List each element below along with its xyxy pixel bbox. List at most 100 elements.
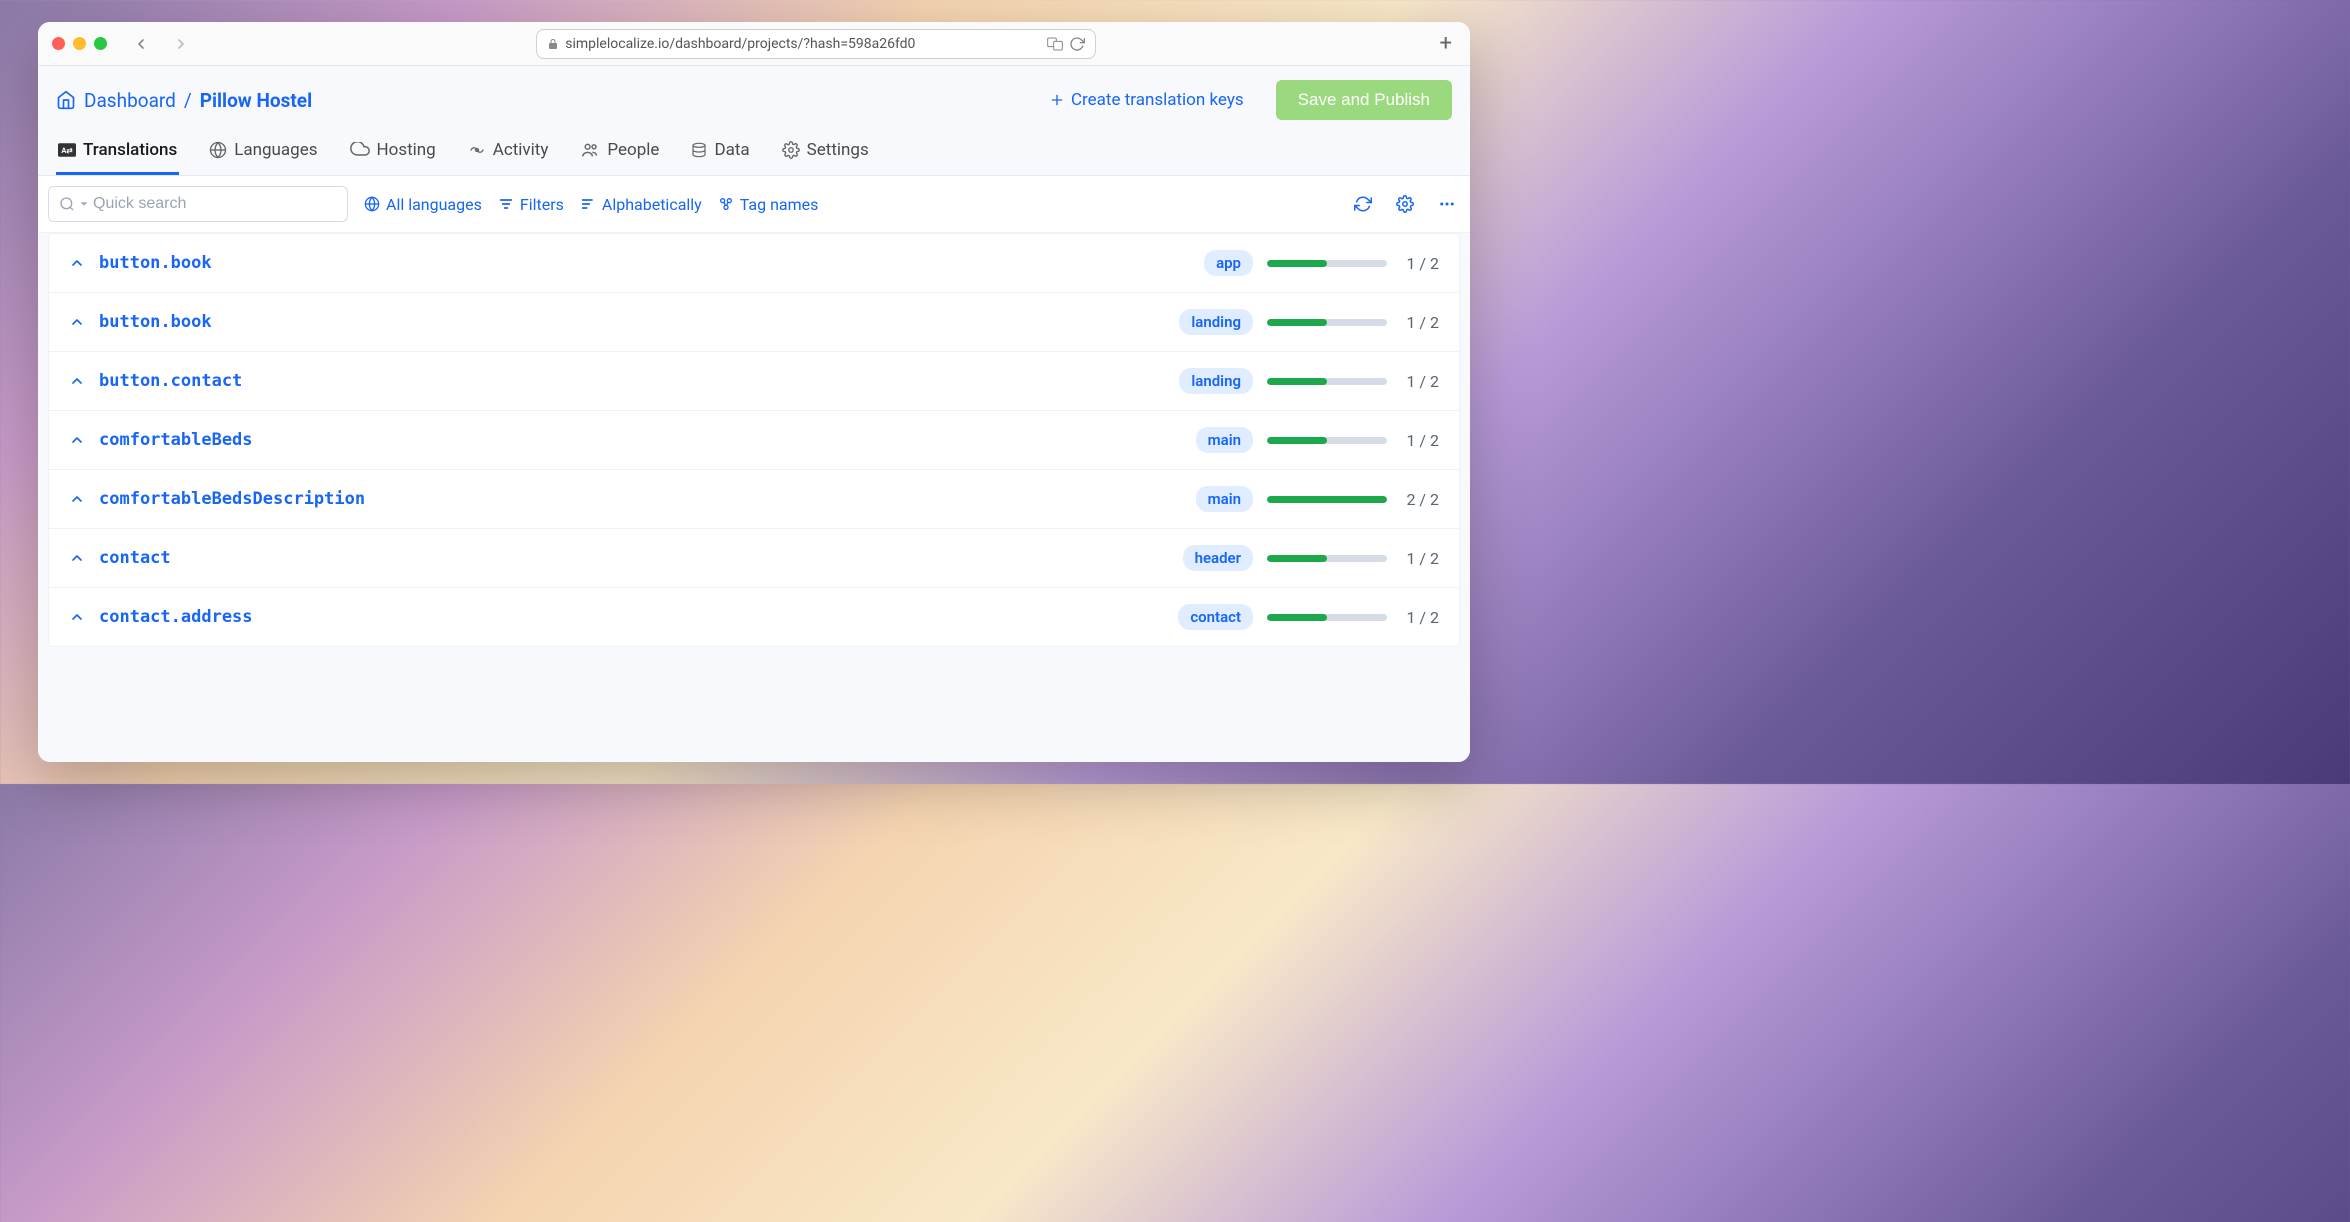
breadcrumb-dashboard[interactable]: Dashboard: [84, 89, 176, 112]
tab-translations[interactable]: A⇄ Translations: [56, 130, 179, 175]
tab-languages[interactable]: Languages: [207, 130, 319, 175]
key-row[interactable]: contact header 1 / 2: [49, 529, 1459, 588]
database-icon: [691, 141, 707, 159]
lock-icon: [547, 38, 559, 50]
svg-text:A⇄: A⇄: [61, 146, 73, 155]
tab-label: Hosting: [377, 140, 436, 160]
breadcrumb-bar: Dashboard / Pillow Hostel Create transla…: [38, 66, 1470, 130]
progress-indicator: 1 / 2: [1267, 431, 1439, 450]
all-languages-label: All languages: [386, 195, 482, 214]
chevron-down-icon[interactable]: [79, 199, 89, 209]
translation-key-name: comfortableBeds: [99, 430, 1182, 450]
key-row[interactable]: comfortableBeds main 1 / 2: [49, 411, 1459, 470]
progress-fill: [1267, 614, 1327, 621]
forward-button[interactable]: [169, 36, 193, 52]
tag-pill[interactable]: header: [1183, 545, 1253, 571]
key-row[interactable]: button.contact landing 1 / 2: [49, 352, 1459, 411]
key-row[interactable]: button.book app 1 / 2: [49, 234, 1459, 293]
tab-people[interactable]: People: [578, 130, 661, 175]
all-languages-button[interactable]: All languages: [364, 195, 482, 214]
save-and-publish-button[interactable]: Save and Publish: [1276, 80, 1452, 120]
tag-pill[interactable]: main: [1196, 486, 1253, 512]
breadcrumb-separator: /: [184, 89, 192, 112]
progress-text: 1 / 2: [1401, 372, 1439, 391]
tab-label: Languages: [234, 140, 317, 160]
cloud-icon: [350, 142, 370, 158]
tab-settings[interactable]: Settings: [780, 130, 871, 175]
browser-window: simplelocalize.io/dashboard/projects/?ha…: [38, 22, 1470, 762]
chevron-up-icon[interactable]: [69, 373, 85, 389]
chevron-up-icon[interactable]: [69, 491, 85, 507]
home-icon[interactable]: [56, 90, 76, 110]
translate-extension-icon[interactable]: [1047, 37, 1063, 51]
filters-button[interactable]: Filters: [498, 195, 564, 214]
sort-label: Alphabetically: [602, 195, 702, 214]
sort-icon: [580, 197, 596, 211]
sort-button[interactable]: Alphabetically: [580, 195, 702, 214]
globe-icon: [364, 196, 380, 212]
breadcrumb-project[interactable]: Pillow Hostel: [200, 89, 312, 112]
maximize-window-button[interactable]: [94, 37, 107, 50]
chevron-up-icon[interactable]: [69, 255, 85, 271]
tab-label: Data: [714, 140, 749, 160]
chevron-up-icon[interactable]: [69, 314, 85, 330]
progress-fill: [1267, 319, 1327, 326]
progress-bar: [1267, 260, 1387, 267]
tag-icon: [718, 196, 734, 212]
tag-pill[interactable]: landing: [1179, 309, 1253, 335]
translation-key-name: contact.address: [99, 607, 1164, 627]
minimize-window-button[interactable]: [73, 37, 86, 50]
browser-nav: [129, 36, 193, 52]
chevron-up-icon[interactable]: [69, 609, 85, 625]
tag-pill[interactable]: main: [1196, 427, 1253, 453]
progress-bar: [1267, 614, 1387, 621]
key-row[interactable]: comfortableBedsDescription main 2 / 2: [49, 470, 1459, 529]
tab-activity[interactable]: Activity: [466, 130, 551, 175]
key-row[interactable]: button.book landing 1 / 2: [49, 293, 1459, 352]
create-translation-keys-button[interactable]: Create translation keys: [1039, 84, 1254, 116]
filter-icon: [498, 197, 514, 211]
more-button[interactable]: [1434, 191, 1460, 217]
translation-key-name: button.book: [99, 312, 1165, 332]
gear-icon: [782, 141, 800, 159]
refresh-button[interactable]: [1350, 191, 1376, 217]
key-row[interactable]: contact.address contact 1 / 2: [49, 588, 1459, 646]
reload-icon[interactable]: [1069, 36, 1085, 52]
close-window-button[interactable]: [52, 37, 65, 50]
translation-key-name: contact: [99, 548, 1169, 568]
progress-indicator: 1 / 2: [1267, 313, 1439, 332]
progress-fill: [1267, 437, 1327, 444]
activity-icon: [468, 141, 486, 159]
translations-icon: A⇄: [58, 143, 76, 157]
progress-fill: [1267, 378, 1327, 385]
translation-key-name: button.book: [99, 253, 1190, 273]
chevron-up-icon[interactable]: [69, 432, 85, 448]
progress-bar: [1267, 496, 1387, 503]
tabs-bar: A⇄ Translations Languages Hosting: [38, 130, 1470, 176]
progress-indicator: 1 / 2: [1267, 254, 1439, 273]
translation-key-name: button.contact: [99, 371, 1165, 391]
tag-pill[interactable]: landing: [1179, 368, 1253, 394]
chevron-up-icon[interactable]: [69, 550, 85, 566]
tag-pill[interactable]: contact: [1178, 604, 1253, 630]
settings-button[interactable]: [1392, 191, 1418, 217]
app-content: Dashboard / Pillow Hostel Create transla…: [38, 66, 1470, 762]
tag-pill[interactable]: app: [1204, 250, 1253, 276]
tab-data[interactable]: Data: [689, 130, 751, 175]
tab-hosting[interactable]: Hosting: [348, 130, 438, 175]
create-keys-label: Create translation keys: [1071, 90, 1244, 110]
progress-text: 1 / 2: [1401, 549, 1439, 568]
url-text: simplelocalize.io/dashboard/projects/?ha…: [565, 36, 1041, 52]
filters-label: Filters: [520, 195, 564, 214]
new-tab-button[interactable]: +: [1440, 31, 1456, 56]
traffic-lights: [52, 37, 107, 50]
search-box[interactable]: [48, 186, 348, 222]
progress-text: 1 / 2: [1401, 431, 1439, 450]
tab-label: Settings: [807, 140, 869, 160]
search-input[interactable]: [93, 195, 337, 213]
tag-names-button[interactable]: Tag names: [718, 195, 819, 214]
back-button[interactable]: [129, 36, 153, 52]
people-icon: [580, 142, 600, 158]
progress-fill: [1267, 496, 1387, 503]
url-bar[interactable]: simplelocalize.io/dashboard/projects/?ha…: [536, 29, 1096, 59]
